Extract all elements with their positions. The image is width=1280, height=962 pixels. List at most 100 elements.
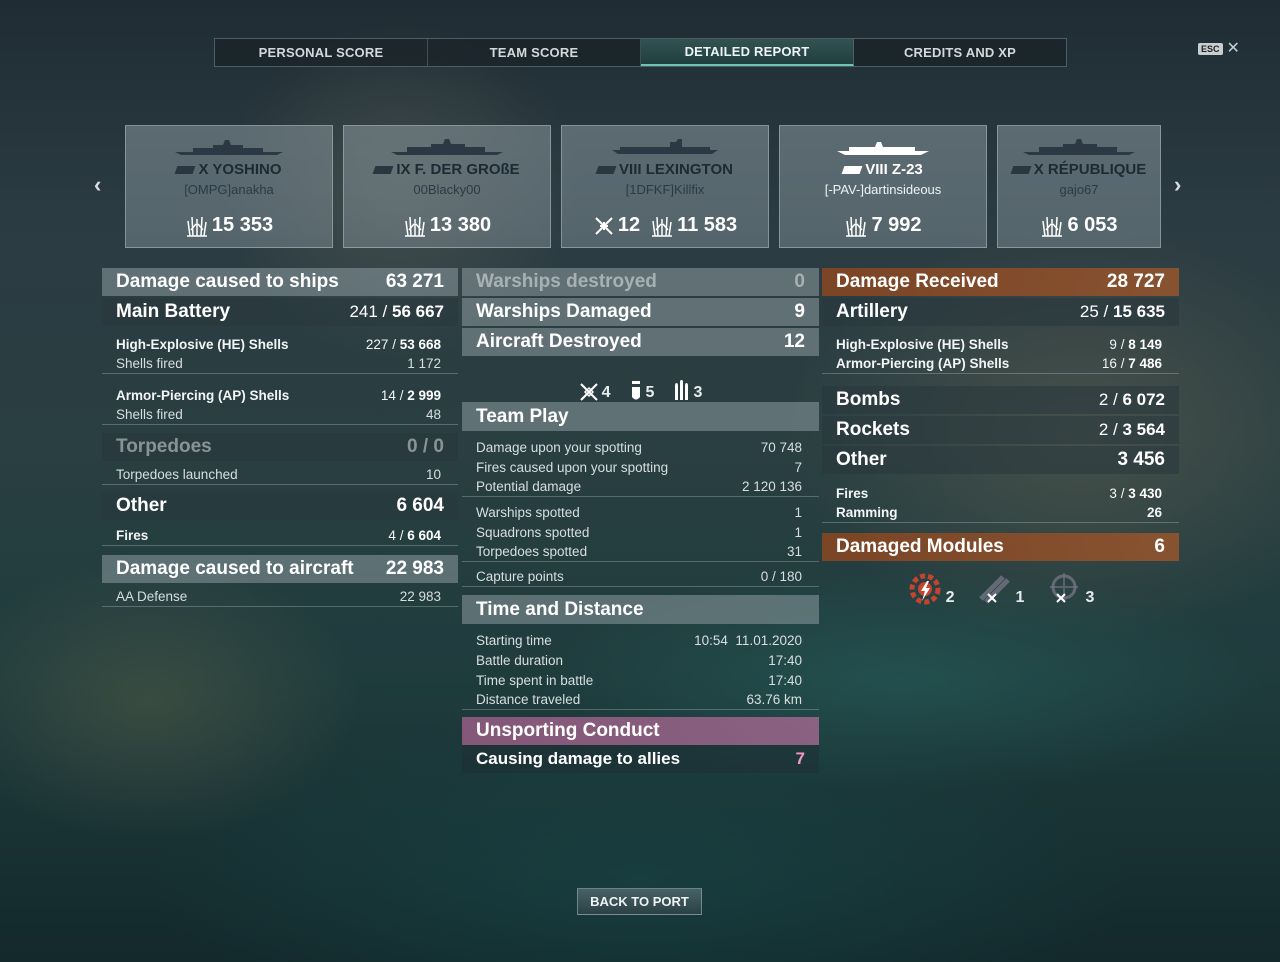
damage-caused-aircraft-header: Damage caused to aircraft 22 983 [102,555,458,583]
damage-icon [404,216,425,237]
ship-name: VIII Z-23 [780,161,986,178]
ship-card[interactable]: VIII LEXINGTON [1DFKF]Killfix 12 11 583 [561,125,769,248]
ship-name: X YOSHINO [126,161,332,178]
aircraft-kill-stat: 12 [593,214,640,237]
close-button[interactable]: ESC ✕ [1198,40,1240,57]
ap-shells-row: Armor-Piercing (AP) Shells 14 / 2 999 [116,387,441,403]
time-row: Starting time 10:54 11.01.2020 [476,632,802,648]
close-icon: ✕ [1226,40,1240,57]
engine-module: 2 [907,573,955,607]
damage-value: 6 053 [1067,214,1118,236]
damage-icon [186,216,207,237]
time-row: Time spent in battle 17:40 [476,672,802,688]
ramming-row: Ramming 26 [822,503,1179,523]
damage-stat: 15 353 [185,214,273,237]
player-name: [OMPG]anakha [184,182,274,197]
bomber-kill-icon [631,381,640,400]
damage-icon [846,216,867,237]
ship-silhouette-icon [391,139,503,155]
aircraft-kill-value: 12 [617,214,641,236]
damage-caused-ships-header: Damage caused to ships 63 271 [102,268,458,296]
warships-damaged-header: Warships Damaged 9 [462,298,819,326]
ship-name: IX F. DER GROßE [344,161,550,178]
chevron-left-icon[interactable]: ‹ [94,172,101,198]
tab-detailed-report[interactable]: DETAILED REPORT [641,39,854,66]
aircraft-kill-icon [595,216,613,235]
ship-silhouette-icon [175,140,283,155]
ship-class-icon [174,166,196,175]
damaged-modules-header: Damaged Modules 6 [822,533,1179,561]
chevron-right-icon[interactable]: › [1174,172,1181,198]
damage-received-header: Damage Received 28 727 [822,268,1179,296]
steering-damaged-icon [1050,573,1079,603]
aircraft-destroyed-header: Aircraft Destroyed 12 [462,328,819,356]
damage-value: 13 380 [429,214,492,236]
steering-module: 3 [1046,573,1094,607]
bombers-destroyed: 5 [629,366,654,402]
ap-received-row: Armor-Piercing (AP) Shells 16 / 7 486 [822,354,1179,374]
team-play-row: Damage upon your spotting 70 748 [476,439,802,455]
torpedoes-launched-row: Torpedoes launched 10 [102,465,458,485]
ship-class-icon [595,166,617,175]
esc-key-badge: ESC [1198,43,1223,55]
ship-class-icon [841,166,863,175]
ship-card[interactable]: X YOSHINO [OMPG]anakha 15 353 [125,125,333,248]
ship-class-icon [372,166,394,175]
tab-credits-and-xp[interactable]: CREDITS AND XP [854,39,1066,66]
fighters-destroyed: 4 [579,366,611,402]
guns-module: 1 [977,573,1024,607]
torpedo-bomber-kill-icon [675,380,689,400]
fighter-kill-icon [579,383,598,401]
damage-stat: 13 380 [403,214,491,237]
ship-silhouette-icon [612,139,718,154]
warships-destroyed-header: Warships destroyed 0 [462,268,819,296]
unsporting-conduct-header: Unsporting Conduct [462,717,819,745]
team-play-row: Potential damage 2 120 136 [462,477,819,497]
tab-personal-score[interactable]: PERSONAL SCORE [215,39,428,66]
team-play-header: Team Play [462,402,819,431]
damage-stat: 11 583 [650,214,737,237]
rockets-header: Rockets 2 / 3 564 [822,416,1179,444]
damage-value: 15 353 [211,214,274,236]
damage-value: 11 583 [677,214,738,236]
fires-row: Fires 4 / 6 604 [102,526,458,546]
ap-shells-fired-row: Shells fired 48 [102,405,458,425]
ship-name: X RÉPUBLIQUE [998,161,1160,178]
ship-class-icon [1010,166,1032,175]
torpedo-bombers-destroyed: 3 [672,366,702,402]
guns-damaged-icon [978,575,1010,604]
damage-icon [1042,216,1063,237]
player-name: 00Blacky00 [413,182,481,197]
damage-stat: 7 992 [844,214,922,237]
he-shells-row: High-Explosive (HE) Shells 227 / 53 668 [116,336,441,352]
team-play-row: Capture points 0 / 180 [462,567,819,587]
ship-silhouette-icon [837,142,929,155]
other-damage-header: Other 6 604 [102,492,458,520]
time-row: Battle duration 17:40 [476,652,802,668]
damaged-modules-breakdown: 2 1 3 [822,561,1179,607]
tab-team-score[interactable]: TEAM SCORE [428,39,641,66]
ship-card[interactable]: IX F. DER GROßE 00Blacky00 13 380 [343,125,551,248]
engine-damaged-icon [909,573,941,605]
ship-card-player[interactable]: VIII Z-23 [-PAV-]dartinsideous 7 992 [779,125,987,248]
player-name: gajo67 [1059,182,1099,197]
damage-icon [652,216,673,237]
artillery-header: Artillery 25 / 15 635 [822,298,1179,326]
team-play-row: Squadrons spotted 1 [476,524,802,540]
damage-value: 7 992 [871,214,922,236]
player-name: [1DFKF]Killfix [625,182,705,197]
main-battery-header: Main Battery 241 / 56 667 [102,298,458,326]
damage-dealt-panel: Damage caused to ships 63 271 Main Batter… [102,268,458,607]
aircraft-destroyed-breakdown: 4 5 3 [462,356,819,402]
he-shells-fired-row: Shells fired 1 172 [102,354,458,374]
ship-silhouette-icon [1023,139,1135,155]
torpedoes-header: Torpedoes 0 / 0 [102,433,458,461]
time-row: Distance traveled 63.76 km [462,690,819,710]
ship-card[interactable]: X RÉPUBLIQUE gajo67 6 053 [997,125,1161,248]
player-name: [-PAV-]dartinsideous [824,182,942,197]
aa-defense-row: AA Defense 22 983 [102,587,458,607]
other-received-header: Other 3 456 [822,446,1179,474]
team-play-row: Warships spotted 1 [476,504,802,520]
back-to-port-button[interactable]: BACK TO PORT [577,888,702,915]
team-play-row: Fires caused upon your spotting 7 [476,459,802,475]
